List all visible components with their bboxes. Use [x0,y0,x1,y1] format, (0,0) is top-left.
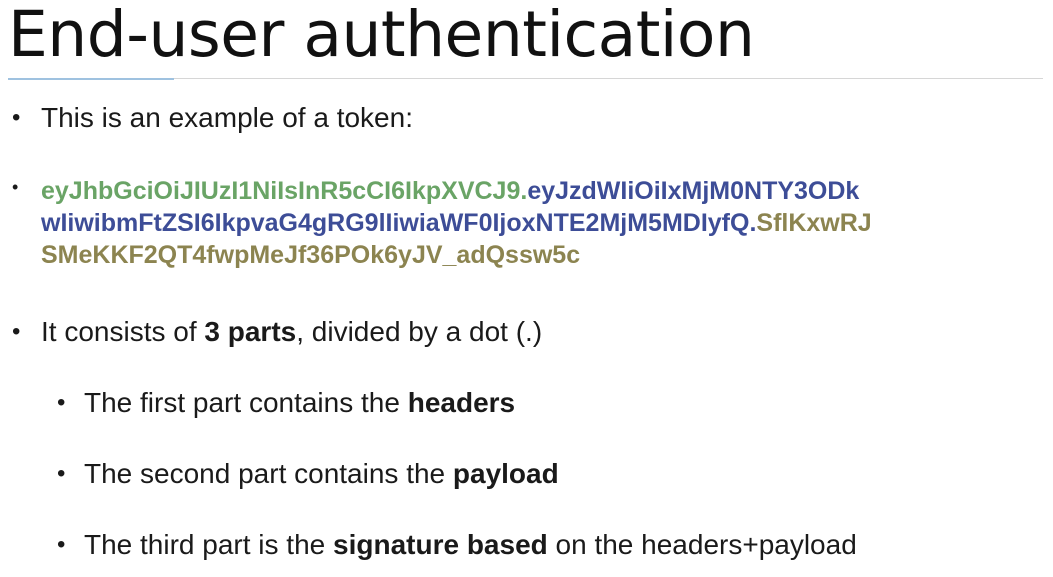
sub-bullet-first-bold: headers [407,387,516,418]
token-line-1: eyJhbGciOiJIUzI1NiIsInR5cCI6IkpXVCJ9.eyJ… [41,175,872,207]
sub-bullet-third-prefix: The third part is the [84,529,334,560]
bullet-intro: This is an example of a token: [41,102,413,133]
sub-bullet-dot: • [57,389,66,416]
sub-bullet-payload: The second part contains the payload [84,457,559,491]
token-signature-part: SMeKKF2QT4fwpMeJf36POk6yJV_adQssw5c [41,241,581,269]
bullet-parts-suffix: , divided by a dot (.) [296,316,543,347]
sub-bullet-first-prefix: The first part contains the [84,387,408,418]
token-line-2: wIiwibmFtZSI6IkpvaG4gRG9lIiwiaWF0IjoxNTE… [41,207,872,239]
sub-bullet-third-suffix: on the headers+payload [547,529,857,560]
sub-bullet-second-bold: payload [452,458,559,489]
sub-bullet-headers: The first part contains the headers [84,386,515,420]
token-payload-part: wIiwibmFtZSI6IkpvaG4gRG9lIiwiaWF0IjoxNTE… [41,209,757,237]
bullet-parts-prefix: It consists of [41,316,205,347]
token-header-part: eyJhbGciOiJIUzI1NiIsInR5cCI6IkpXVCJ9. [41,177,528,205]
slide-title: End-user authentication [8,0,755,71]
sub-bullet-third-bold: signature based [333,529,548,560]
token-payload-part: eyJzdWIiOiIxMjM0NTY3ODk [527,177,860,205]
token-signature-part: SflKxwRJ [756,209,872,237]
sub-bullet-dot: • [57,531,66,558]
sub-bullet-dot: • [57,460,66,487]
token-line-3: SMeKKF2QT4fwpMeJf36POk6yJV_adQssw5c [41,239,872,271]
title-accent-rule [8,78,174,80]
bullet-parts: It consists of 3 parts, divided by a dot… [41,315,542,349]
bullet-dot: • [12,104,21,131]
sub-bullet-second-prefix: The second part contains the [84,458,453,489]
jwt-token-example: eyJhbGciOiJIUzI1NiIsInR5cCI6IkpXVCJ9.eyJ… [41,175,872,271]
bullet-dot: • [12,318,21,345]
sub-bullet-signature: The third part is the signature based on… [84,528,857,562]
bullet-parts-bold: 3 parts [204,316,297,347]
bullet-dot: • [12,177,19,197]
